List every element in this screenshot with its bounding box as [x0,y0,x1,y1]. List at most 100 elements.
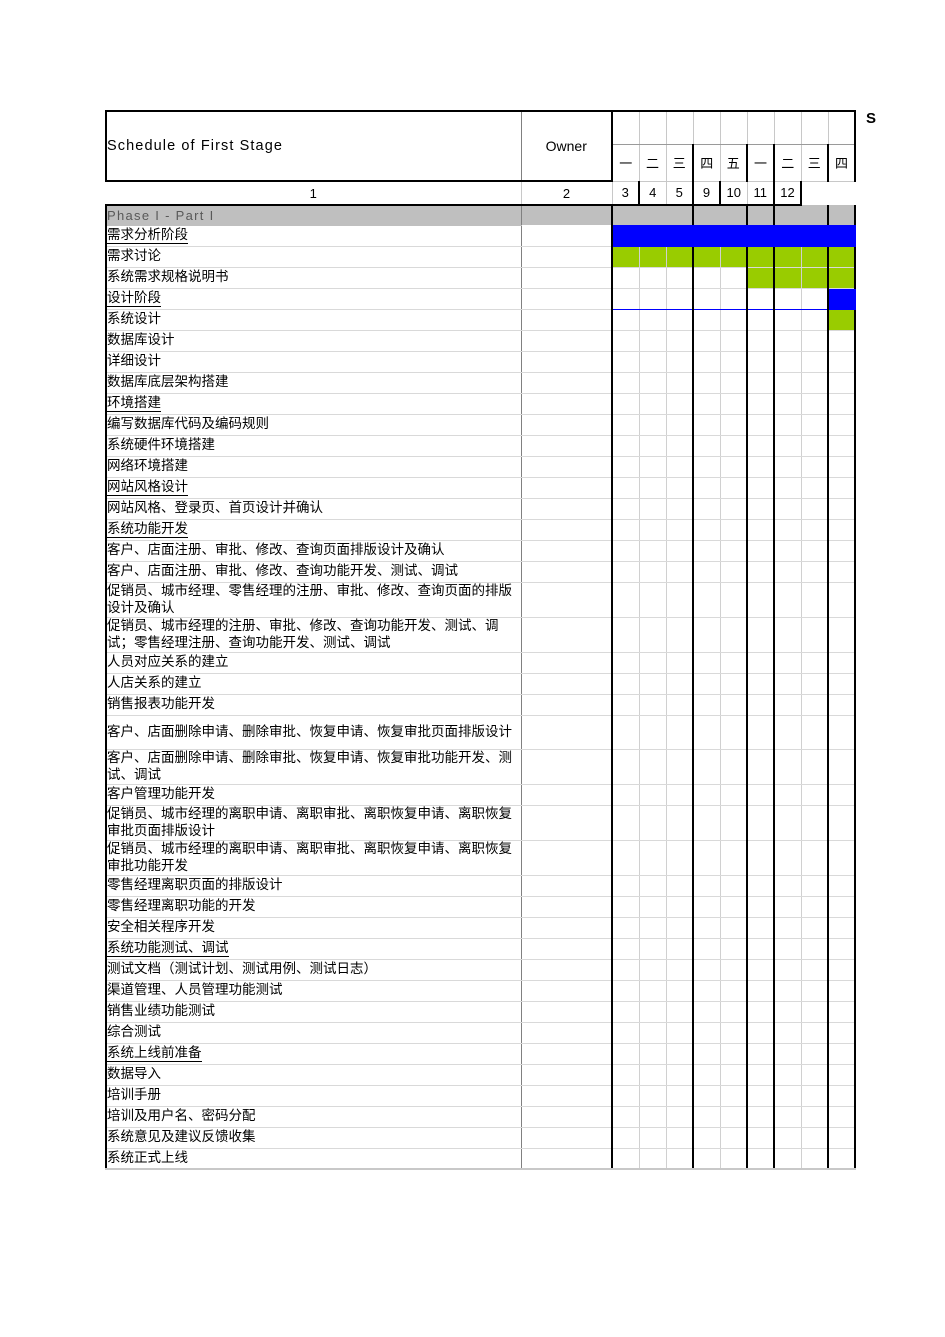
gantt-cell[interactable] [828,414,856,436]
gantt-cell[interactable] [828,1064,856,1086]
gantt-cell[interactable] [720,980,748,1002]
gantt-cell[interactable] [693,784,721,806]
gantt-cell[interactable] [747,351,775,373]
gantt-cell[interactable] [639,456,667,478]
gantt-cell[interactable] [639,1085,667,1107]
gantt-cell[interactable] [747,477,775,499]
gantt-cell[interactable] [639,393,667,415]
gantt-cell[interactable] [720,673,748,695]
gantt-cell[interactable] [828,267,856,289]
gantt-cell[interactable] [666,673,694,695]
table-row[interactable]: 系统意见及建议反馈收集 [105,1127,856,1149]
gantt-cell[interactable] [666,694,694,716]
gantt-cell[interactable] [828,694,856,716]
owner-cell[interactable] [520,372,613,394]
table-row[interactable]: 网站风格、登录页、首页设计并确认 [105,498,856,520]
gantt-cell[interactable] [693,1043,721,1065]
table-row[interactable]: 系统设计 [105,309,856,331]
gantt-cell[interactable] [720,309,748,331]
gantt-cell[interactable] [828,896,856,918]
gantt-cell[interactable] [612,1022,640,1044]
gantt-cell[interactable] [828,309,856,331]
gantt-cell[interactable] [801,673,829,695]
gantt-cell[interactable] [720,938,748,960]
gantt-cell[interactable] [747,246,775,268]
gantt-cell[interactable] [639,225,667,247]
gantt-cell[interactable] [612,498,640,520]
gantt-cell[interactable] [828,540,856,562]
table-row[interactable]: 培训及用户名、密码分配 [105,1105,856,1128]
table-row[interactable]: 编写数据库代码及编码规则 [105,414,856,436]
gantt-cell[interactable] [828,805,856,841]
gantt-cell[interactable] [828,715,856,750]
gantt-cell[interactable] [639,309,667,331]
gantt-cell[interactable] [720,582,748,618]
owner-cell[interactable] [520,1148,613,1170]
gantt-cell[interactable] [693,694,721,716]
gantt-cell[interactable] [612,1001,640,1023]
gantt-cell[interactable] [639,715,667,750]
gantt-cell[interactable] [720,225,748,247]
gantt-cell[interactable] [720,715,748,750]
gantt-cell[interactable] [639,749,667,785]
gantt-cell[interactable] [801,246,829,268]
table-row[interactable]: 培训手册 [105,1085,856,1107]
gantt-cell[interactable] [828,1001,856,1023]
gantt-cell[interactable] [801,435,829,457]
gantt-cell[interactable] [666,246,694,268]
gantt-cell[interactable] [666,330,694,352]
gantt-cell[interactable] [666,225,694,247]
owner-cell[interactable] [520,673,613,695]
gantt-cell[interactable] [801,456,829,478]
gantt-cell[interactable] [639,1127,667,1149]
gantt-cell[interactable] [612,1127,640,1149]
gantt-cell[interactable] [666,1148,694,1170]
table-row[interactable]: 客户、店面删除申请、删除审批、恢复申请、恢复审批功能开发、测试、调试 [105,749,856,785]
gantt-cell[interactable] [612,561,640,583]
gantt-cell[interactable] [720,351,748,373]
gantt-cell[interactable] [747,980,775,1002]
gantt-cell[interactable] [801,1001,829,1023]
gantt-cell[interactable] [801,652,829,674]
gantt-cell[interactable] [828,351,856,373]
gantt-cell[interactable] [720,875,748,897]
gantt-cell[interactable] [828,246,856,268]
owner-cell[interactable] [520,351,613,373]
owner-cell[interactable] [520,749,613,785]
gantt-cell[interactable] [693,540,721,562]
gantt-cell[interactable] [828,938,856,960]
gantt-cell[interactable] [774,1001,802,1023]
table-row[interactable]: 人店关系的建立 [105,673,856,695]
owner-cell[interactable] [520,267,613,289]
owner-cell[interactable] [520,435,613,457]
gantt-cell[interactable] [693,561,721,583]
gantt-cell[interactable] [666,414,694,436]
gantt-cell[interactable] [720,1085,748,1107]
gantt-cell[interactable] [612,652,640,674]
gantt-cell[interactable] [666,749,694,785]
gantt-cell[interactable] [801,1064,829,1086]
gantt-cell[interactable] [720,617,748,653]
gantt-cell[interactable] [612,456,640,478]
gantt-cell[interactable] [612,351,640,373]
gantt-cell[interactable] [801,980,829,1002]
owner-cell[interactable] [520,694,613,716]
gantt-cell[interactable] [639,1106,667,1128]
gantt-cell[interactable] [747,393,775,415]
table-row[interactable]: 客户、店面注册、审批、修改、查询功能开发、测试、调试 [105,561,856,583]
owner-cell[interactable] [520,980,613,1002]
table-row[interactable]: 客户管理功能开发 [105,784,856,806]
owner-cell[interactable] [520,477,613,499]
gantt-cell[interactable] [828,498,856,520]
gantt-cell[interactable] [828,840,856,876]
gantt-cell[interactable] [801,519,829,541]
gantt-cell[interactable] [639,414,667,436]
gantt-cell[interactable] [612,1148,640,1170]
gantt-cell[interactable] [828,372,856,394]
gantt-cell[interactable] [666,477,694,499]
owner-cell[interactable] [520,456,613,478]
owner-cell[interactable] [520,916,613,939]
gantt-cell[interactable] [639,351,667,373]
table-row[interactable]: 数据库底层架构搭建 [105,372,856,394]
gantt-cell[interactable] [693,1127,721,1149]
